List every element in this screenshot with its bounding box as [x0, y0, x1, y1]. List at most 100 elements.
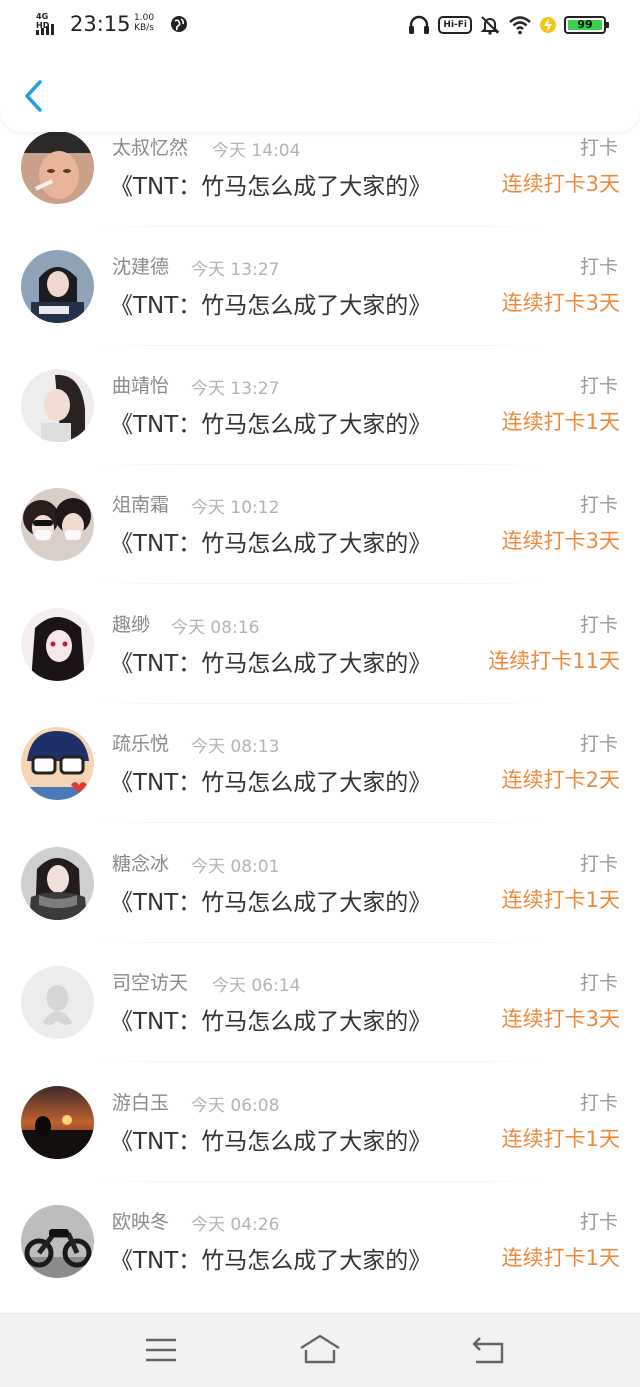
checkin-label: 打卡: [579, 256, 618, 278]
divider: [96, 1181, 544, 1182]
avatar[interactable]: [21, 608, 94, 681]
avatar[interactable]: [21, 488, 94, 561]
list-item[interactable]: 俎南霜 今天 10:12 《TNT：竹马怎么成了大家的》 打卡 连续打卡3天: [0, 488, 640, 608]
book-title[interactable]: 《TNT：竹马怎么成了大家的》: [110, 1122, 431, 1156]
clock: 23:15: [70, 12, 131, 36]
divider: [96, 822, 544, 823]
streak-label: 连续打卡11天: [488, 649, 620, 673]
user-name: 俎南霜: [112, 494, 170, 516]
avatar[interactable]: [21, 131, 94, 204]
checkin-label: 打卡: [579, 137, 618, 159]
post-time: 今天 04:26: [191, 1215, 280, 1235]
streak-label: 连续打卡1天: [501, 888, 620, 912]
home-button[interactable]: [298, 1332, 342, 1368]
user-name: 沈建德: [112, 256, 170, 278]
book-title[interactable]: 《TNT：竹马怎么成了大家的》: [110, 405, 431, 439]
checkin-label: 打卡: [579, 972, 618, 994]
streak-label: 连续打卡1天: [501, 1127, 620, 1151]
book-title[interactable]: 《TNT：竹马怎么成了大家的》: [110, 1241, 431, 1275]
user-name: 太叔忆然: [112, 137, 189, 159]
book-title[interactable]: 《TNT：竹马怎么成了大家的》: [110, 644, 431, 678]
user-name: 欧映冬: [112, 1211, 170, 1233]
avatar[interactable]: [21, 1086, 94, 1159]
book-title[interactable]: 《TNT：竹马怎么成了大家的》: [110, 286, 431, 320]
divider: [96, 583, 544, 584]
user-name: 游白玉: [112, 1092, 170, 1114]
checkin-list[interactable]: 太叔忆然 今天 14:04 《TNT：竹马怎么成了大家的》 打卡 连续打卡3天 …: [0, 0, 640, 1313]
post-time: 今天 14:04: [212, 141, 301, 161]
book-title[interactable]: 《TNT：竹马怎么成了大家的》: [110, 524, 431, 558]
list-item[interactable]: 司空访天 今天 06:14 《TNT：竹马怎么成了大家的》 打卡 连续打卡3天: [0, 966, 640, 1086]
user-name: 糖念冰: [112, 853, 170, 875]
list-item[interactable]: 糖念冰 今天 08:01 《TNT：竹马怎么成了大家的》 打卡 连续打卡1天: [0, 847, 640, 967]
checkin-label: 打卡: [579, 494, 618, 516]
battery-icon: 99: [564, 16, 609, 34]
streak-label: 连续打卡2天: [501, 768, 620, 792]
list-item[interactable]: 游白玉 今天 06:08 《TNT：竹马怎么成了大家的》 打卡 连续打卡1天: [0, 1086, 640, 1206]
book-title[interactable]: 《TNT：竹马怎么成了大家的》: [110, 883, 431, 917]
bell-off-icon: [480, 16, 500, 35]
user-name: 司空访天: [112, 972, 189, 994]
back-arrow-icon[interactable]: [466, 1332, 510, 1368]
speed-value: 1.00: [134, 13, 155, 23]
checkin-label: 打卡: [579, 375, 618, 397]
hifi-icon: Hi-Fi: [438, 16, 472, 34]
list-item[interactable]: 沈建德 今天 13:27 《TNT：竹马怎么成了大家的》 打卡 连续打卡3天: [0, 250, 640, 370]
streak-label: 连续打卡1天: [501, 410, 620, 434]
list-item[interactable]: 趣缈 今天 08:16 《TNT：竹马怎么成了大家的》 打卡 连续打卡11天: [0, 608, 640, 728]
signal-icon: 4G HD: [36, 12, 64, 36]
checkin-label: 打卡: [579, 853, 618, 875]
book-title[interactable]: 《TNT：竹马怎么成了大家的》: [110, 1002, 431, 1036]
user-name: 趣缈: [112, 614, 151, 636]
post-time: 今天 08:01: [191, 857, 280, 877]
system-nav-bar: [0, 1313, 640, 1387]
avatar[interactable]: [21, 250, 94, 323]
list-item[interactable]: 太叔忆然 今天 14:04 《TNT：竹马怎么成了大家的》 打卡 连续打卡3天: [0, 131, 640, 251]
network-speed: 1.00 KB/s: [134, 13, 154, 33]
divider: [96, 942, 544, 943]
header: [0, 50, 640, 132]
book-title[interactable]: 《TNT：竹马怎么成了大家的》: [110, 167, 431, 201]
speed-unit: KB/s: [134, 23, 154, 33]
post-time: 今天 13:27: [191, 379, 280, 399]
book-title[interactable]: 《TNT：竹马怎么成了大家的》: [110, 763, 431, 797]
avatar[interactable]: [21, 847, 94, 920]
streak-label: 连续打卡3天: [501, 1007, 620, 1031]
battery-level: 99: [577, 18, 593, 31]
home-icon[interactable]: [298, 1332, 342, 1368]
chevron-left-icon[interactable]: [18, 76, 50, 116]
checkin-label: 打卡: [579, 1092, 618, 1114]
avatar[interactable]: [21, 966, 94, 1039]
divider: [96, 226, 544, 227]
user-name: 曲靖怡: [112, 375, 170, 397]
post-time: 今天 06:08: [191, 1096, 280, 1116]
back-nav-button[interactable]: [466, 1332, 510, 1368]
menu-icon[interactable]: [139, 1332, 183, 1368]
menu-button[interactable]: [139, 1332, 183, 1368]
wifi-icon: [509, 16, 531, 35]
globe-icon: [171, 16, 187, 32]
checkin-label: 打卡: [579, 1211, 618, 1233]
post-time: 今天 10:12: [191, 498, 280, 518]
post-time: 今天 08:16: [171, 618, 260, 638]
list-item[interactable]: 曲靖怡 今天 13:27 《TNT：竹马怎么成了大家的》 打卡 连续打卡1天: [0, 369, 640, 489]
status-bar: 4G HD 23:15 1.00 KB/s Hi-Fi 99: [0, 0, 640, 50]
user-name: 疏乐悦: [112, 733, 170, 755]
post-time: 今天 13:27: [191, 260, 280, 280]
streak-label: 连续打卡3天: [501, 172, 620, 196]
divider: [96, 703, 544, 704]
checkin-label: 打卡: [579, 614, 618, 636]
streak-label: 连续打卡3天: [501, 529, 620, 553]
streak-label: 连续打卡3天: [501, 291, 620, 315]
avatar[interactable]: [21, 369, 94, 442]
divider: [96, 1061, 544, 1062]
list-item[interactable]: 欧映冬 今天 04:26 《TNT：竹马怎么成了大家的》 打卡 连续打卡1天: [0, 1205, 640, 1313]
post-time: 今天 06:14: [212, 976, 301, 996]
post-time: 今天 08:13: [191, 737, 280, 757]
streak-label: 连续打卡1天: [501, 1246, 620, 1270]
list-item[interactable]: 疏乐悦 今天 08:13 《TNT：竹马怎么成了大家的》 打卡 连续打卡2天: [0, 727, 640, 847]
charging-icon: [540, 17, 556, 33]
back-button[interactable]: [18, 76, 50, 116]
avatar[interactable]: [21, 1205, 94, 1278]
avatar[interactable]: [21, 727, 94, 800]
